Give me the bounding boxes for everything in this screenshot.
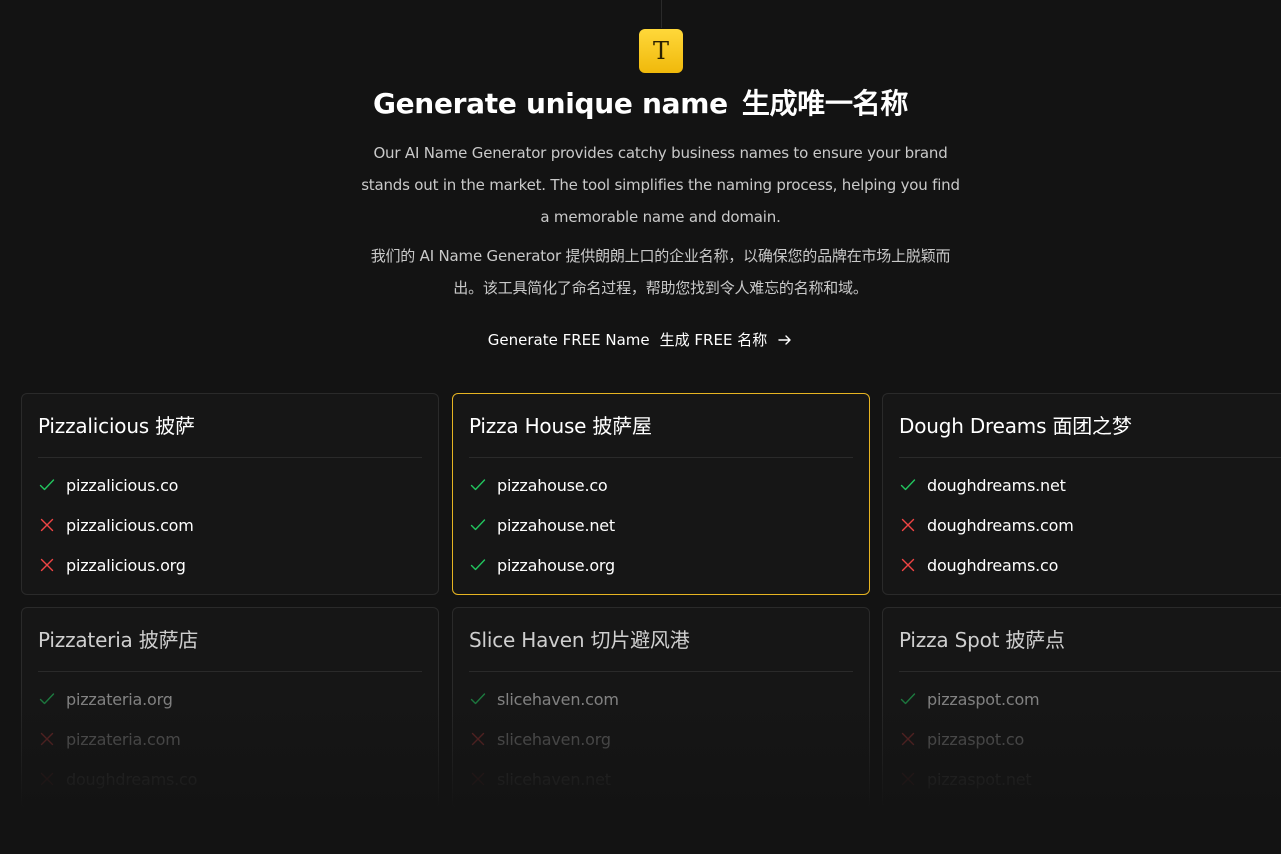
name-card[interactable]: Pizza House 披萨屋 pizzahouse.co pizzahouse.n… (452, 393, 870, 595)
card-divider (899, 671, 1281, 672)
name-card[interactable]: Dough Dreams 面团之梦 doughdreams.net doughdre… (882, 393, 1281, 595)
check-icon (38, 690, 56, 708)
check-icon (38, 476, 56, 494)
domain-item: pizzaspot.com (899, 687, 1040, 711)
close-icon (899, 556, 917, 574)
domain-name: slicehaven.net (497, 769, 611, 789)
arrow-right-icon (777, 331, 793, 355)
logo-glyph: T (652, 37, 669, 65)
cta-label-en: Generate FREE Name (487, 331, 650, 349)
cta-label-cn: 生成 FREE 名称 (659, 331, 768, 349)
check-icon (469, 476, 487, 494)
card-divider (899, 457, 1281, 458)
name-card[interactable]: Slice Haven 切片避风港 slicehaven.com slicehave… (452, 607, 870, 809)
card-divider (469, 457, 853, 458)
domain-name: pizzalicious.org (66, 555, 186, 575)
domain-name: doughdreams.com (927, 515, 1074, 535)
domain-item: pizzalicious.org (38, 553, 186, 577)
card-title: Pizzateria 披萨店 (38, 628, 199, 652)
description-cn: 我们的 AI Name Generator 提供朗朗上口的企业名称，以确保您的品… (370, 247, 951, 297)
domain-name: doughdreams.co (927, 555, 1059, 575)
name-card[interactable]: Pizzateria 披萨店 pizzateria.org pizzateria.c… (21, 607, 439, 809)
close-icon (38, 516, 56, 534)
check-icon (899, 690, 917, 708)
domain-item: slicehaven.net (469, 767, 611, 791)
card-title: Slice Haven 切片避风港 (469, 628, 690, 652)
card-divider (38, 457, 422, 458)
name-card[interactable]: Pizzalicious 披萨 pizzalicious.co pizzalicio… (21, 393, 439, 595)
domain-name: slicehaven.com (497, 689, 619, 709)
check-icon (469, 516, 487, 534)
domain-item: pizzahouse.co (469, 473, 608, 497)
domain-name: doughdreams.co (66, 769, 198, 789)
domain-name: pizzahouse.co (497, 475, 608, 495)
domain-name: pizzahouse.net (497, 515, 615, 535)
domain-item: doughdreams.co (38, 767, 197, 791)
divider-line-bottom (661, 810, 662, 854)
domain-item: pizzahouse.org (469, 553, 615, 577)
card-title: Pizza Spot 披萨点 (899, 628, 1065, 652)
domain-item: doughdreams.com (899, 513, 1074, 537)
domain-name: pizzaspot.net (927, 769, 1032, 789)
domain-name: pizzaspot.com (927, 689, 1040, 709)
domain-name: pizzalicious.com (66, 515, 194, 535)
close-icon (38, 556, 56, 574)
domain-item: pizzaspot.co (899, 727, 1024, 751)
card-title: Dough Dreams 面团之梦 (899, 414, 1132, 438)
domain-name: pizzaspot.co (927, 729, 1025, 749)
domain-name: slicehaven.org (497, 729, 611, 749)
domain-item: pizzahouse.net (469, 513, 615, 537)
close-icon (899, 770, 917, 788)
domain-name: pizzateria.com (66, 729, 181, 749)
domain-name: pizzahouse.org (497, 555, 615, 575)
domain-item: slicehaven.org (469, 727, 611, 751)
close-icon (38, 730, 56, 748)
generate-free-name-button[interactable]: Generate FREE Name 生成 FREE 名称 (0, 328, 1281, 355)
domain-item: pizzateria.org (38, 687, 173, 711)
close-icon (469, 730, 487, 748)
check-icon (469, 556, 487, 574)
card-divider (469, 671, 853, 672)
domain-name: pizzateria.org (66, 689, 173, 709)
title-en: Generate unique name (372, 87, 728, 120)
domain-name: pizzalicious.co (66, 475, 179, 495)
domain-name: doughdreams.net (927, 475, 1066, 495)
domain-item: doughdreams.net (899, 473, 1066, 497)
domain-item: pizzaspot.net (899, 767, 1032, 791)
close-icon (899, 516, 917, 534)
check-icon (899, 476, 917, 494)
page-title: Generate unique name 生成唯一名称 (0, 84, 1281, 124)
card-title: Pizza House 披萨屋 (469, 414, 652, 438)
close-icon (38, 770, 56, 788)
close-icon (469, 770, 487, 788)
divider-line-top (661, 0, 662, 28)
close-icon (899, 730, 917, 748)
title-cn: 生成唯一名称 (741, 87, 909, 120)
domain-item: pizzalicious.com (38, 513, 194, 537)
domain-item: doughdreams.co (899, 553, 1058, 577)
domain-item: pizzateria.com (38, 727, 181, 751)
card-divider (38, 671, 422, 672)
domain-item: slicehaven.com (469, 687, 619, 711)
domain-item: pizzalicious.co (38, 473, 178, 497)
description-en: Our AI Name Generator provides catchy bu… (361, 144, 960, 226)
text-t-icon: T (639, 29, 683, 73)
card-title: Pizzalicious 披萨 (38, 414, 195, 438)
check-icon (469, 690, 487, 708)
name-card[interactable]: Pizza Spot 披萨点 pizzaspot.com pizzaspot.co p… (882, 607, 1281, 809)
